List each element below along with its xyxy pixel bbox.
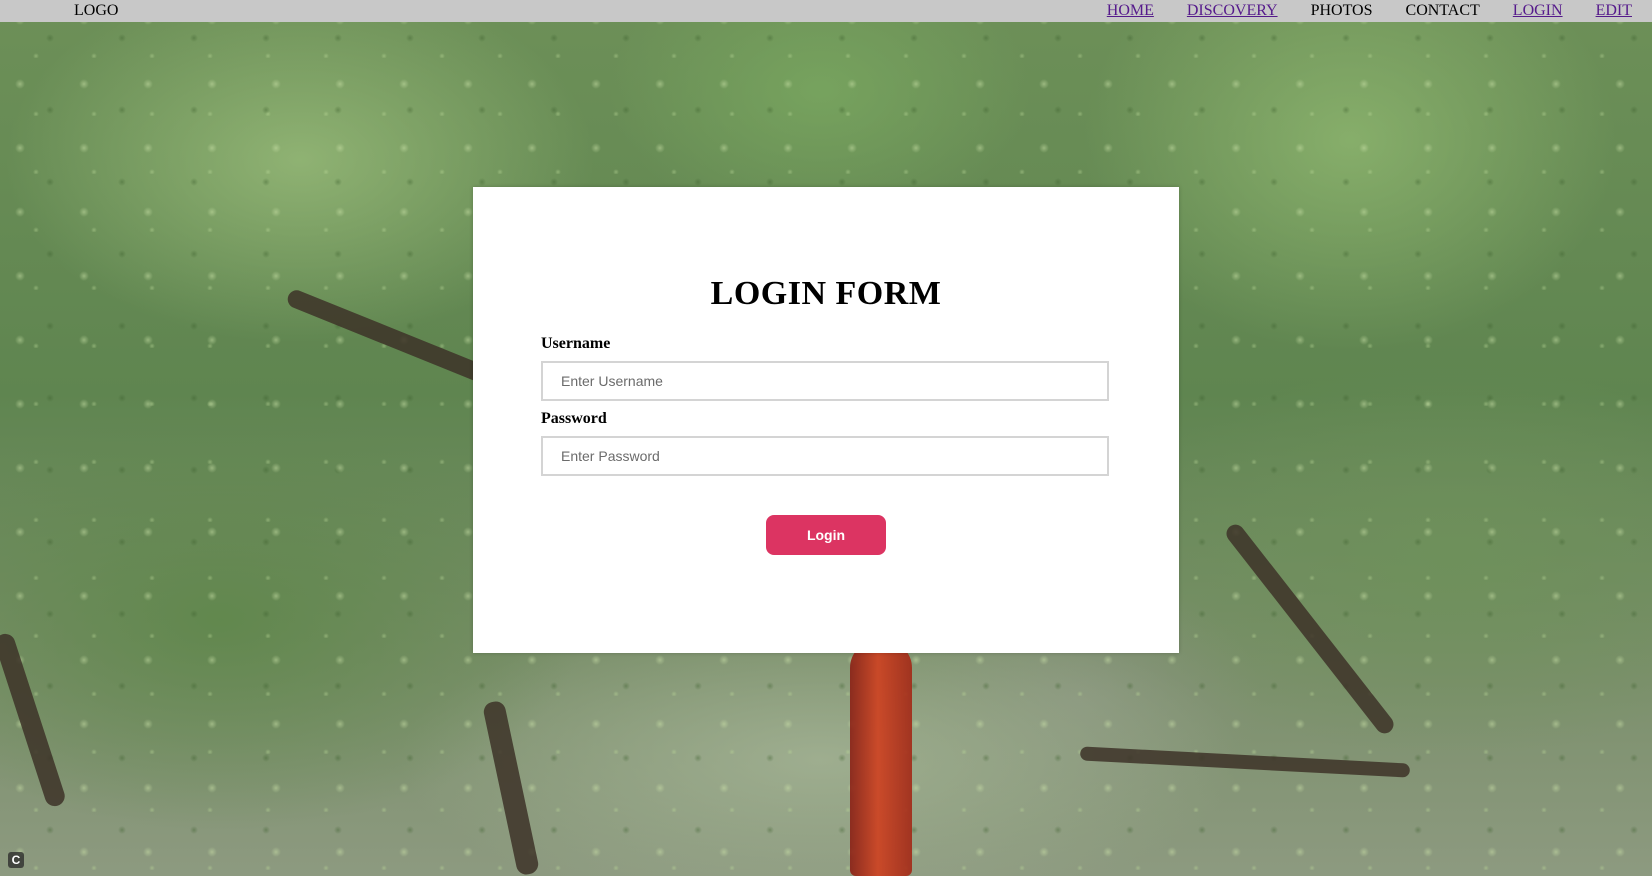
- parrot-tail: [850, 640, 912, 876]
- logo: LOGO: [74, 2, 119, 19]
- nav-link-edit[interactable]: EDIT: [1596, 2, 1632, 20]
- nav-link-photos[interactable]: PHOTOS: [1311, 2, 1373, 20]
- login-card: LOGIN FORM Username Password Login: [473, 187, 1179, 653]
- nav-link-contact[interactable]: CONTACT: [1406, 2, 1480, 20]
- login-button[interactable]: Login: [766, 515, 886, 555]
- password-input[interactable]: [541, 436, 1109, 476]
- nav-link-home[interactable]: HOME: [1107, 2, 1154, 20]
- nav-link-discovery[interactable]: DISCOVERY: [1187, 2, 1278, 20]
- top-navbar: LOGO HOME DISCOVERY PHOTOS CONTACT LOGIN…: [0, 0, 1652, 22]
- username-input[interactable]: [541, 361, 1109, 401]
- nav-link-login[interactable]: LOGIN: [1513, 2, 1563, 20]
- username-label: Username: [541, 335, 611, 352]
- corner-badge-icon[interactable]: C: [8, 852, 24, 868]
- nav-links: HOME DISCOVERY PHOTOS CONTACT LOGIN EDIT: [1107, 2, 1632, 20]
- password-label: Password: [541, 410, 607, 427]
- login-form-title: LOGIN FORM: [710, 275, 942, 312]
- page: LOGO HOME DISCOVERY PHOTOS CONTACT LOGIN…: [0, 0, 1652, 876]
